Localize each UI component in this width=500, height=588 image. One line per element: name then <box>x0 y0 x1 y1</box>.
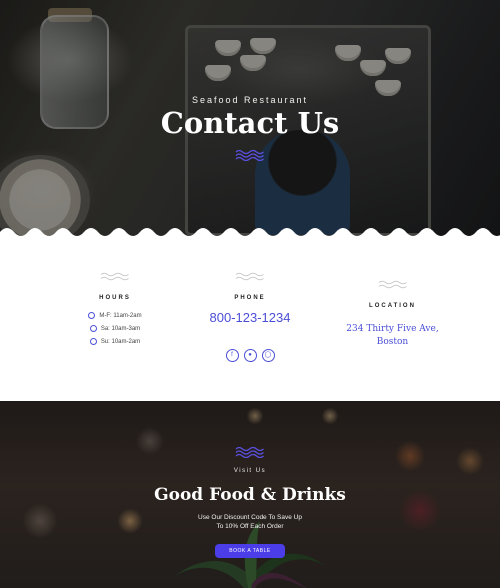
wavy-divider <box>0 228 500 238</box>
hours-column: HOURS M-F: 11am-2am Sa: 10am-3am Su: 10a… <box>65 272 165 348</box>
hero-title: Contact Us <box>160 106 340 140</box>
social-links: f ● ◯ <box>180 349 320 362</box>
phone-column: PHONE 800-123-1234 f ● ◯ <box>180 272 320 362</box>
wave-icon <box>235 149 264 161</box>
address-line: Boston <box>376 337 409 347</box>
hours-text: Sa: 10am-3am <box>100 325 141 332</box>
hours-text: M-F: 11am-2am <box>99 312 142 319</box>
visit-text-line: To 10% Off Each Order <box>216 523 284 530</box>
hero-subtitle: Seafood Restaurant <box>191 95 309 105</box>
facebook-icon[interactable]: f <box>225 349 239 362</box>
hours-heading: HOURS <box>99 295 131 301</box>
visit-title: Good Food & Drinks <box>154 485 346 505</box>
list-item: Su: 10am-2am <box>65 335 165 348</box>
visit-section: Visit Us Good Food & Drinks Use Our Disc… <box>0 401 500 588</box>
clock-icon <box>89 325 97 332</box>
book-table-button[interactable]: BOOK A TABLE <box>215 544 285 558</box>
twitter-icon[interactable]: ● <box>243 349 257 362</box>
hours-text: Su: 10am-2am <box>100 338 141 345</box>
hours-list: M-F: 11am-2am Sa: 10am-3am Su: 10am-2am <box>65 309 165 348</box>
location-heading: LOCATION <box>369 303 416 309</box>
instagram-icon[interactable]: ◯ <box>261 349 275 362</box>
clock-icon <box>88 312 96 319</box>
phone-heading: PHONE <box>234 295 266 301</box>
list-item: Sa: 10am-3am <box>65 322 165 335</box>
list-item: M-F: 11am-2am <box>65 309 165 322</box>
visit-subtitle: Visit Us <box>233 468 267 474</box>
hero-section: Seafood Restaurant Contact Us <box>0 0 500 238</box>
wave-icon <box>235 446 264 458</box>
location-column: LOCATION 234 Thirty Five Ave, Boston <box>330 280 455 349</box>
address-line: 234 Thirty Five Ave, <box>346 324 439 334</box>
address[interactable]: 234 Thirty Five Ave, Boston <box>330 323 455 349</box>
clock-icon <box>89 338 97 345</box>
wave-icon <box>100 272 129 281</box>
visit-text-line: Use Our Discount Code To Save Up <box>198 514 302 521</box>
visit-description: Use Our Discount Code To Save Up To 10% … <box>0 513 500 531</box>
wave-icon <box>378 280 407 289</box>
wave-icon <box>235 272 264 281</box>
phone-number-link[interactable]: 800-123-1234 <box>180 310 320 325</box>
